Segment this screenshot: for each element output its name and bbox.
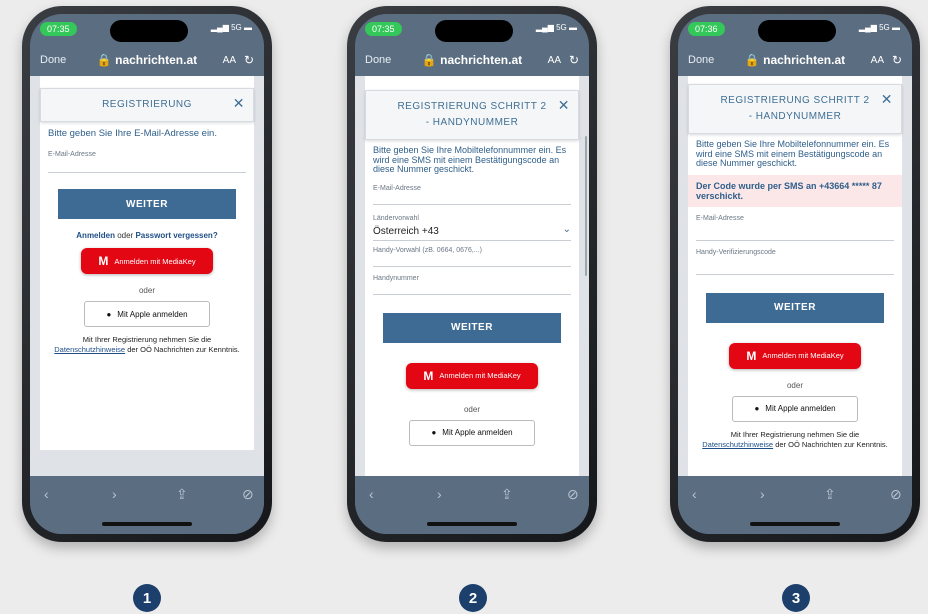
or-separator: oder	[786, 380, 803, 390]
home-indicator	[102, 522, 192, 526]
scrollbar[interactable]	[585, 136, 587, 276]
step-number-2: 2	[459, 584, 487, 612]
compass-icon[interactable]: ⊘	[242, 486, 254, 503]
number-field[interactable]	[373, 293, 571, 295]
dynamic-island	[435, 20, 513, 42]
dynamic-island	[758, 20, 836, 42]
reload-icon[interactable]: ↻	[569, 53, 579, 67]
mediakey-logo-icon: M	[98, 254, 109, 268]
step-number-3: 3	[782, 584, 810, 612]
phone-2: 07:35 ▂▄▆ 5G ▬ Done 🔒 nachrichten.at AA …	[347, 6, 597, 542]
apple-login-button[interactable]: ● Mit Apple anmelden	[732, 395, 858, 422]
forward-icon[interactable]: ›	[112, 486, 117, 502]
share-icon[interactable]: ⇪	[824, 486, 836, 503]
signal-indicator: ▂▄▆ 5G ▬	[858, 23, 900, 32]
mediakey-button[interactable]: M Anmelden mit MediaKey	[729, 342, 861, 369]
weiter-button[interactable]: WEITER	[58, 189, 236, 219]
country-code-label: Ländervorwahl	[373, 214, 419, 222]
share-icon[interactable]: ⇪	[176, 486, 188, 503]
registration-card: REGISTRIERUNG SCHRITT 2 - HANDYNUMMER ✕ …	[688, 76, 902, 476]
signal-indicator: ▂▄▆ 5G ▬	[210, 23, 252, 32]
text-size-button[interactable]: AA	[223, 55, 236, 66]
web-content: REGISTRIERUNG ✕ Bitte geben Sie Ihre E-M…	[30, 76, 264, 476]
intro-text: Bitte geben Sie Ihre E-Mail-Adresse ein.	[48, 128, 217, 139]
status-time: 07:35	[40, 22, 77, 36]
privacy-link[interactable]: Datenschutzhinweise	[54, 345, 125, 354]
email-label: E-Mail-Adresse	[48, 151, 96, 158]
email-label: E-Mail-Adresse	[696, 214, 744, 222]
login-link[interactable]: Anmelden	[76, 231, 115, 240]
modal-header: REGISTRIERUNG ✕	[40, 88, 254, 122]
apple-icon: ●	[431, 428, 437, 437]
modal-title: REGISTRIERUNG	[102, 99, 192, 110]
registration-card: REGISTRIERUNG ✕ Bitte geben Sie Ihre E-M…	[40, 76, 254, 450]
back-icon[interactable]: ‹	[369, 486, 374, 502]
phone-1: 07:35 ▂▄▆ 5G ▬ Done 🔒 nachrichten.at AA …	[22, 6, 272, 542]
close-icon[interactable]: ✕	[233, 95, 245, 111]
step-number-1: 1	[133, 584, 161, 612]
intro-text: Bitte geben Sie Ihre Mobiltelefonnummer …	[696, 139, 890, 168]
signal-indicator: ▂▄▆ 5G ▬	[535, 23, 577, 32]
back-icon[interactable]: ‹	[692, 486, 697, 502]
email-field[interactable]	[48, 172, 246, 173]
reload-icon[interactable]: ↻	[892, 53, 902, 67]
phone-3: 07:36 ▂▄▆ 5G ▬ Done 🔒 nachrichten.at AA …	[670, 6, 920, 542]
text-size-button[interactable]: AA	[871, 55, 884, 66]
phone-3-screen: 07:36 ▂▄▆ 5G ▬ Done 🔒 nachrichten.at AA …	[678, 14, 912, 534]
country-code-select[interactable]: Österreich +43 ⌄	[365, 222, 579, 237]
legal-text: Mit Ihrer Registrierung nehmen Sie die Da…	[54, 335, 240, 354]
email-label: E-Mail-Adresse	[373, 184, 421, 192]
mediakey-logo-icon: M	[746, 348, 757, 363]
browser-toolbar: ‹ › ⇪ ⊘	[30, 476, 264, 534]
web-content: REGISTRIERUNG SCHRITT 2 - HANDYNUMMER ✕ …	[355, 76, 589, 476]
modal-header: REGISTRIERUNG SCHRITT 2 - HANDYNUMMER ✕	[365, 90, 579, 140]
apple-login-button[interactable]: ● Mit Apple anmelden	[409, 419, 535, 446]
browser-toolbar: ‹ › ⇪ ⊘	[678, 476, 912, 534]
text-size-button[interactable]: AA	[548, 55, 561, 66]
prefix-label: Handy-Vorwahl (zB. 0664, 0676,...)	[373, 246, 482, 254]
phone-2-screen: 07:35 ▂▄▆ 5G ▬ Done 🔒 nachrichten.at AA …	[355, 14, 589, 534]
web-content: REGISTRIERUNG SCHRITT 2 - HANDYNUMMER ✕ …	[678, 76, 912, 476]
mediakey-button[interactable]: M Anmelden mit MediaKey	[81, 248, 213, 274]
registration-card: REGISTRIERUNG SCHRITT 2 - HANDYNUMMER ✕ …	[365, 76, 579, 476]
legal-text: Mit Ihrer Registrierung nehmen Sie die Da…	[702, 429, 888, 449]
code-label: Handy-Verifizierungscode	[696, 248, 776, 256]
modal-title: REGISTRIERUNG SCHRITT 2 - HANDYNUMMER	[397, 101, 547, 128]
status-time: 07:35	[365, 22, 402, 36]
browser-toolbar: ‹ › ⇪ ⊘	[355, 476, 589, 534]
login-links: Anmelden oder Passwort vergessen?	[76, 231, 218, 240]
forward-icon[interactable]: ›	[437, 486, 442, 502]
forward-icon[interactable]: ›	[760, 486, 765, 502]
share-icon[interactable]: ⇪	[501, 486, 513, 503]
apple-icon: ●	[754, 404, 760, 413]
weiter-button[interactable]: WEITER	[383, 312, 561, 343]
home-indicator	[750, 522, 840, 526]
modal-header: REGISTRIERUNG SCHRITT 2 - HANDYNUMMER ✕	[688, 84, 902, 134]
intro-text: Bitte geben Sie Ihre Mobiltelefonnummer …	[373, 145, 567, 174]
reload-icon[interactable]: ↻	[244, 53, 254, 67]
modal-title: REGISTRIERUNG SCHRITT 2 - HANDYNUMMER	[720, 95, 870, 122]
mediakey-button[interactable]: M Anmelden mit MediaKey	[406, 362, 538, 389]
or-separator: oder	[463, 404, 480, 414]
dynamic-island	[110, 20, 188, 42]
compass-icon[interactable]: ⊘	[567, 486, 579, 503]
compass-icon[interactable]: ⊘	[890, 486, 902, 503]
number-label: Handynummer	[373, 274, 419, 282]
mediakey-logo-icon: M	[423, 368, 434, 383]
phone-1-screen: 07:35 ▂▄▆ 5G ▬ Done 🔒 nachrichten.at AA …	[30, 14, 264, 534]
apple-login-button[interactable]: ● Mit Apple anmelden	[84, 301, 210, 327]
or-separator: oder	[138, 286, 155, 295]
code-field[interactable]	[696, 273, 894, 275]
sms-sent-alert: Der Code wurde per SMS an +43664 ***** 8…	[688, 174, 902, 207]
chevron-down-icon: ⌄	[562, 223, 571, 235]
privacy-link[interactable]: Datenschutzhinweise	[702, 440, 773, 449]
password-forgot-link[interactable]: Passwort vergessen?	[135, 231, 217, 240]
close-icon[interactable]: ✕	[881, 91, 893, 107]
apple-icon: ●	[106, 309, 112, 319]
status-time: 07:36	[688, 22, 725, 36]
back-icon[interactable]: ‹	[44, 486, 49, 502]
close-icon[interactable]: ✕	[558, 97, 570, 113]
weiter-button[interactable]: WEITER	[706, 292, 884, 323]
home-indicator	[427, 522, 517, 526]
